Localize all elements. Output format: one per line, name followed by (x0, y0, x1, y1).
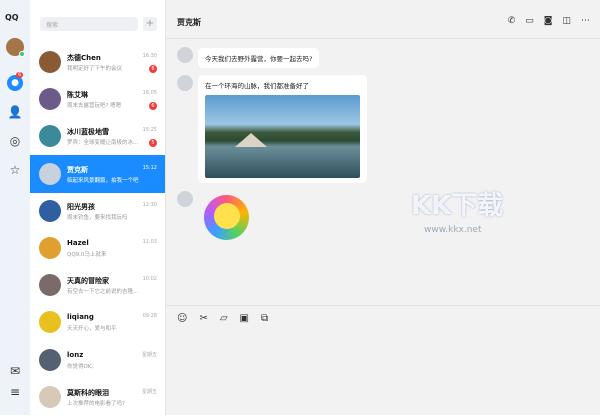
avatar[interactable] (177, 75, 193, 91)
nav-rail: QQ ● 6 👤 ◎ ☆ ✉ ≡ (0, 0, 30, 415)
timestamp: 09:28 (142, 313, 157, 320)
conversation-item[interactable]: 贾克斯 临起来风景翻篇，拍我一个吧 15:12 (30, 154, 165, 193)
avatar (39, 385, 61, 408)
contact-name: 陈艾琳 (67, 91, 88, 100)
conversation-item[interactable]: Hazel QQ9.0马上就来 11:03 (30, 229, 165, 267)
conversation-item[interactable]: 天真的冒险家 有空去一下它之前说的吉隆... 10:02 (30, 266, 165, 304)
conversation-item[interactable]: 阳光男孩 周末钓鱼，要来找我玩吗 12:30 (30, 192, 165, 230)
chat-panel: 贾克斯 ✆ ▭ ◙ ◫ ⋯ 今天我们去野外露营，你要一起去吗? 在一个环海的山脉… (165, 0, 600, 415)
avatar (39, 125, 61, 148)
timestamp: 星期五 (141, 351, 157, 358)
timestamp: 16:05 (142, 90, 157, 97)
last-message: 周末钓鱼，要来找我玩吗 (67, 214, 128, 221)
conversation-item[interactable]: 杰德Chen 我明定好了下午的会议 16:30 6 (30, 43, 165, 81)
last-message: 临起来风景翻篇，拍我一个吧 (67, 177, 139, 184)
last-message: 罗宾：全球变暖让南极的冰... (67, 140, 139, 147)
phone-icon[interactable]: ✆ (508, 16, 516, 26)
timestamp: 15:12 (142, 164, 157, 171)
avatar (39, 199, 61, 222)
timestamp: 10:02 (142, 276, 157, 283)
my-avatar[interactable] (6, 38, 25, 57)
contact-name: Hazel (67, 239, 89, 247)
timestamp: 11:03 (142, 239, 157, 245)
contact-name: lonz (67, 350, 84, 359)
last-message: 你觉得OK。 (67, 363, 97, 370)
conversation-item[interactable]: 莫斯科的眼泪 上次推荐的电影看了吗? 星期五 (30, 378, 165, 416)
emoji-icon[interactable]: ☺ (177, 313, 187, 324)
contact-name: 莫斯科的眼泪 (67, 388, 109, 397)
camping-photo[interactable] (205, 95, 360, 178)
conversation-list: 搜索 + 杰德Chen 我明定好了下午的会议 16:30 6 陈艾琳 周末去露营… (30, 0, 165, 415)
chat-title: 贾克斯 (177, 18, 201, 27)
more-icon[interactable]: ⋯ (581, 16, 590, 26)
sticker-image[interactable] (204, 195, 249, 240)
last-message: QQ9.0马上就来 (67, 252, 107, 258)
watermark-url: www.kkx.net (424, 225, 482, 235)
avatar[interactable] (177, 191, 193, 207)
timestamp: 星期五 (141, 388, 157, 395)
contacts-icon[interactable]: 👤 (7, 104, 23, 120)
message-text: 在一个环海的山脉，我们都准备好了 (205, 82, 309, 90)
qq-logo: QQ (5, 13, 19, 22)
add-button[interactable]: + (143, 17, 157, 31)
tent-image (235, 133, 267, 147)
header-divider (166, 38, 600, 39)
timestamp: 16:30 (142, 53, 157, 59)
contact-name: liqiang (67, 313, 94, 322)
timestamp: 15:25 (142, 127, 157, 134)
sticker-face (214, 203, 240, 229)
conversation-item[interactable]: liqiang 天天开心，爱与和平 09:28 (30, 303, 165, 341)
contact-name: 贾克斯 (67, 165, 88, 174)
avatar (39, 88, 61, 111)
screen-record-icon[interactable]: ⧉ (261, 313, 268, 324)
conversation-item[interactable]: 冰川蓝极地雪 罗宾：全球变暖让南极的冰... 15:25 5 (30, 117, 165, 155)
avatar[interactable] (177, 47, 193, 63)
message-bubble: 在一个环海的山脉，我们都准备好了 (198, 75, 367, 183)
video-icon[interactable]: ▭ (525, 16, 534, 26)
input-divider (166, 305, 600, 306)
avatar (39, 274, 61, 297)
contact-name: 天真的冒险家 (67, 277, 109, 286)
unread-badge: 6 (149, 65, 157, 73)
contact-name: 冰川蓝极地雪 (67, 128, 109, 137)
folder-icon[interactable]: ▱ (220, 313, 228, 324)
last-message: 有空去一下它之前说的吉隆... (67, 289, 139, 296)
last-message: 天天开心，爱与和平 (67, 326, 117, 333)
contact-name: 阳光男孩 (67, 202, 95, 211)
avatar (39, 311, 61, 334)
scissors-icon[interactable]: ✂ (199, 313, 207, 324)
last-message: 周末去露营玩吧? 嗯嗯 (67, 103, 122, 110)
message-bubble: 今天我们去野外露营，你要一起去吗? (198, 48, 320, 68)
avatar (39, 348, 61, 371)
conversation-item[interactable]: 陈艾琳 周末去露营玩吧? 嗯嗯 16:05 6 (30, 80, 165, 118)
contact-name: 杰德Chen (67, 54, 101, 62)
last-message: 我明定好了下午的会议 (67, 66, 123, 72)
menu-icon[interactable]: ≡ (7, 384, 23, 400)
avatar (39, 162, 61, 185)
favorites-icon[interactable]: ☆ (7, 162, 23, 178)
unread-badge: 6 (149, 102, 157, 111)
mail-icon[interactable]: ✉ (7, 363, 23, 379)
avatar (39, 51, 61, 73)
window-icon[interactable]: ◫ (562, 16, 571, 26)
image-icon[interactable]: ▣ (240, 313, 249, 324)
search-input[interactable]: 搜索 (40, 17, 138, 31)
unread-badge: 5 (149, 139, 157, 148)
screen-share-icon[interactable]: ◙ (544, 16, 553, 26)
avatar (39, 237, 61, 259)
watermark: KK下载 (411, 191, 504, 221)
discover-icon[interactable]: ◎ (7, 133, 23, 149)
timestamp: 12:30 (142, 201, 157, 208)
online-status (19, 51, 25, 57)
unread-badge: 6 (16, 72, 24, 78)
conversation-item[interactable]: lonz 你觉得OK。 星期五 (30, 341, 165, 379)
last-message: 上次推荐的电影看了吗? (67, 400, 125, 407)
